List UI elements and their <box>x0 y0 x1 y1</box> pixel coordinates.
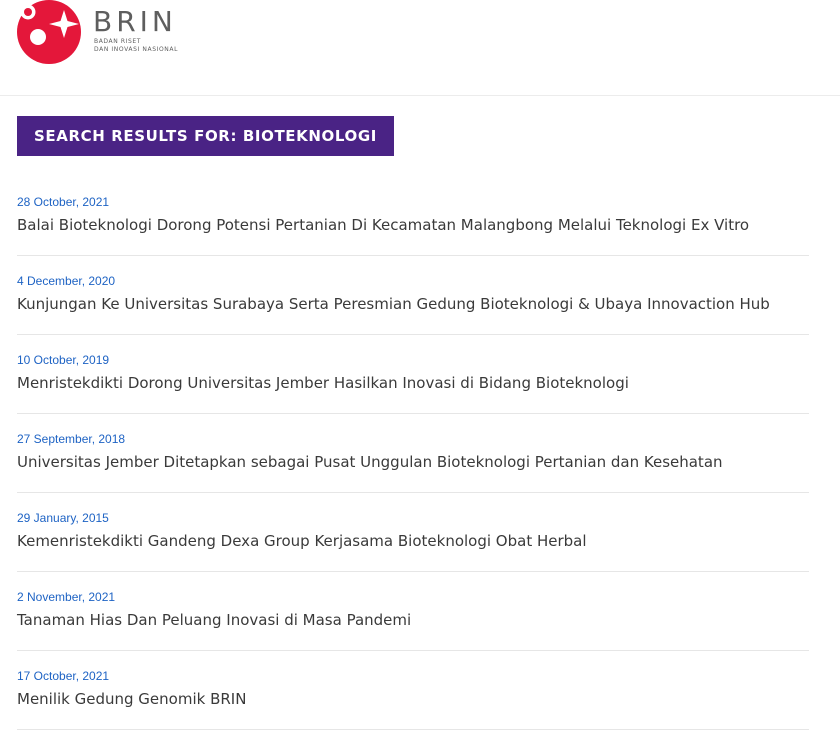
result-title-link[interactable]: Tanaman Hias Dan Peluang Inovasi di Masa… <box>17 610 411 630</box>
result-date[interactable]: 17 October, 2021 <box>17 669 109 683</box>
result-item: 2 November, 2021 Tanaman Hias Dan Peluan… <box>17 572 809 651</box>
result-title-link[interactable]: Menilik Gedung Genomik BRIN <box>17 689 246 709</box>
result-date[interactable]: 4 December, 2020 <box>17 274 115 288</box>
result-title-link[interactable]: Menristekdikti Dorong Universitas Jember… <box>17 373 629 393</box>
brin-logo-link[interactable]: BRIN BADAN RISET DAN INOVASI NASIONAL <box>16 0 191 68</box>
site-header: BRIN BADAN RISET DAN INOVASI NASIONAL <box>0 0 840 96</box>
brand-tagline: BADAN RISET DAN INOVASI NASIONAL <box>94 38 179 53</box>
result-date[interactable]: 27 September, 2018 <box>17 432 125 446</box>
search-results-heading: SEARCH RESULTS FOR: BIOTEKNOLOGI <box>17 116 394 156</box>
search-results-list: 28 October, 2021 Balai Bioteknologi Doro… <box>17 177 809 730</box>
result-item: 27 September, 2018 Universitas Jember Di… <box>17 414 809 493</box>
result-title-link[interactable]: Universitas Jember Ditetapkan sebagai Pu… <box>17 452 723 472</box>
result-item: 4 December, 2020 Kunjungan Ke Universita… <box>17 256 809 335</box>
result-date[interactable]: 2 November, 2021 <box>17 590 115 604</box>
result-item: 28 October, 2021 Balai Bioteknologi Doro… <box>17 177 809 256</box>
result-item: 29 January, 2015 Kemenristekdikti Ganden… <box>17 493 809 572</box>
result-item: 10 October, 2019 Menristekdikti Dorong U… <box>17 335 809 414</box>
result-title-link[interactable]: Kunjungan Ke Universitas Surabaya Serta … <box>17 294 770 314</box>
result-title-link[interactable]: Kemenristekdikti Gandeng Dexa Group Kerj… <box>17 531 587 551</box>
result-date[interactable]: 28 October, 2021 <box>17 195 109 209</box>
result-title-link[interactable]: Balai Bioteknologi Dorong Potensi Pertan… <box>17 215 749 235</box>
brin-logo-icon <box>17 0 81 64</box>
result-item: 17 October, 2021 Menilik Gedung Genomik … <box>17 651 809 730</box>
result-date[interactable]: 10 October, 2019 <box>17 353 109 367</box>
brand-name: BRIN <box>93 5 177 38</box>
result-date[interactable]: 29 January, 2015 <box>17 511 109 525</box>
